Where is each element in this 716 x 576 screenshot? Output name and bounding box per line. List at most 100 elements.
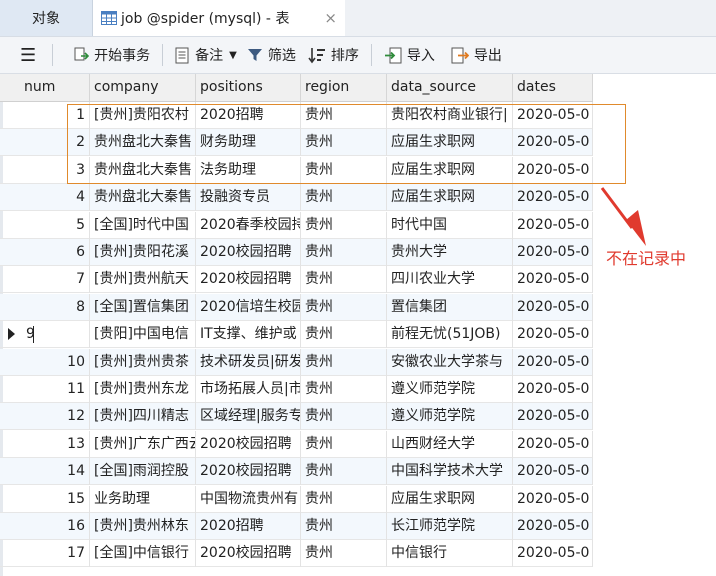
cell-num[interactable]: 4	[20, 184, 90, 212]
cell-positions[interactable]: 投融资专员	[196, 184, 301, 212]
table-row[interactable]: 15 业务助理 中国物流贵州有 贵州 应届生求职网 2020-05-0	[0, 485, 593, 513]
cell-region[interactable]: 贵州	[301, 102, 387, 129]
cell-region[interactable]: 贵州	[301, 321, 387, 349]
cell-region[interactable]: 贵州	[301, 293, 387, 321]
cell-dates[interactable]: 2020-05-0	[513, 430, 593, 458]
cell-region[interactable]: 贵州	[301, 348, 387, 376]
cell-company[interactable]: [贵州]贵州东龙	[90, 376, 196, 403]
cell-data-source[interactable]: 遵义师范学院	[387, 403, 513, 431]
cell-region[interactable]: 贵州	[301, 485, 387, 513]
cell-data-source[interactable]: 前程无忧(51JOB)	[387, 321, 513, 349]
tab-objects[interactable]: 对象	[0, 0, 93, 36]
cell-positions[interactable]: 2020校园招聘	[196, 266, 301, 294]
cell-data-source[interactable]: 时代中国	[387, 211, 513, 239]
cell-company[interactable]: [贵州]四川精志	[90, 403, 196, 431]
menu-button[interactable]: ☰	[0, 37, 48, 73]
filter-button[interactable]: 筛选	[245, 37, 304, 73]
chevron-down-icon[interactable]: ▼	[229, 50, 237, 61]
cell-dates[interactable]: 2020-05-0	[513, 211, 593, 239]
cell-region[interactable]: 贵州	[301, 458, 387, 486]
cell-dates[interactable]: 2020-05-0	[513, 513, 593, 540]
cell-positions[interactable]: 技术研发员|研发	[196, 348, 301, 376]
cell-company[interactable]: [全国]中信银行	[90, 540, 196, 568]
cell-num[interactable]: 14	[20, 458, 90, 486]
table-row[interactable]: 3 贵州盘北大秦售 法务助理 贵州 应届生求职网 2020-05-0	[0, 156, 593, 184]
cell-dates[interactable]: 2020-05-0	[513, 129, 593, 157]
cell-num[interactable]: 6	[20, 239, 90, 266]
table-row[interactable]: 13 [贵州]广东广西云 2020校园招聘 贵州 山西财经大学 2020-05-0	[0, 430, 593, 458]
cell-num[interactable]: 17	[20, 540, 90, 568]
sort-button[interactable]: 排序	[304, 37, 367, 73]
cell-company[interactable]: [贵州]贵州林东	[90, 513, 196, 540]
cell-region[interactable]: 贵州	[301, 266, 387, 294]
cell-region[interactable]: 贵州	[301, 156, 387, 184]
table-row[interactable]: 1 [贵州]贵阳农村 2020招聘 贵州 贵阳农村商业银行| 2020-05-0	[0, 102, 593, 129]
cell-company[interactable]: [全国]雨润控股	[90, 458, 196, 486]
cell-region[interactable]: 贵州	[301, 513, 387, 540]
cell-dates[interactable]: 2020-05-0	[513, 376, 593, 403]
cell-num[interactable]: 1	[20, 102, 90, 129]
cell-region[interactable]: 贵州	[301, 403, 387, 431]
cell-company[interactable]: 贵州盘北大秦售	[90, 156, 196, 184]
cell-positions[interactable]: 财务助理	[196, 129, 301, 157]
table-row[interactable]: 16 [贵州]贵州林东 2020招聘 贵州 长江师范学院 2020-05-0	[0, 513, 593, 540]
cell-positions[interactable]: 2020校园招聘	[196, 458, 301, 486]
cell-region[interactable]: 贵州	[301, 211, 387, 239]
table-row[interactable]: 4 贵州盘北大秦售 投融资专员 贵州 应届生求职网 2020-05-0	[0, 184, 593, 212]
cell-company[interactable]: 业务助理	[90, 485, 196, 513]
cell-positions[interactable]: 2020招聘	[196, 513, 301, 540]
cell-positions[interactable]: 区域经理|服务专	[196, 403, 301, 431]
cell-dates[interactable]: 2020-05-0	[513, 540, 593, 568]
cell-data-source[interactable]: 四川农业大学	[387, 266, 513, 294]
import-button[interactable]: 导入	[376, 37, 443, 73]
cell-dates[interactable]: 2020-05-0	[513, 485, 593, 513]
cell-num[interactable]: 5	[20, 211, 90, 239]
cell-data-source[interactable]: 贵阳农村商业银行|	[387, 102, 513, 129]
table-row[interactable]: 9 [贵阳]中国电信 IT支撑、维护或 贵州 前程无忧(51JOB) 2020-05-0	[0, 321, 593, 349]
cell-region[interactable]: 贵州	[301, 376, 387, 403]
column-header-positions[interactable]: positions	[196, 74, 301, 101]
table-row[interactable]: 2 贵州盘北大秦售 财务助理 贵州 应届生求职网 2020-05-0	[0, 129, 593, 157]
table-row[interactable]: 12 [贵州]四川精志 区域经理|服务专 贵州 遵义师范学院 2020-05-0	[0, 403, 593, 431]
cell-data-source[interactable]: 中信银行	[387, 540, 513, 568]
cell-positions[interactable]: 2020校园招聘	[196, 239, 301, 266]
table-row[interactable]: 8 [全国]置信集团 2020信培生校园 贵州 置信集团 2020-05-0	[0, 293, 593, 321]
cell-num[interactable]: 13	[20, 430, 90, 458]
column-header-region[interactable]: region	[301, 74, 387, 101]
cell-positions[interactable]: 2020校园招聘	[196, 540, 301, 568]
table-row[interactable]: 6 [贵州]贵阳花溪 2020校园招聘 贵州 贵州大学 2020-05-0	[0, 239, 593, 266]
cell-company[interactable]: [贵阳]中国电信	[90, 321, 196, 349]
begin-transaction-button[interactable]: 开始事务	[57, 37, 158, 73]
cell-data-source[interactable]: 置信集团	[387, 293, 513, 321]
cell-num[interactable]: 10	[20, 348, 90, 376]
cell-region[interactable]: 贵州	[301, 129, 387, 157]
cell-dates[interactable]: 2020-05-0	[513, 321, 593, 349]
cell-company[interactable]: 贵州盘北大秦售	[90, 184, 196, 212]
cell-num[interactable]: 7	[20, 266, 90, 294]
table-row[interactable]: 17 [全国]中信银行 2020校园招聘 贵州 中信银行 2020-05-0	[0, 540, 593, 568]
close-icon[interactable]: ×	[324, 9, 337, 27]
table-row[interactable]: 14 [全国]雨润控股 2020校园招聘 贵州 中国科学技术大学 2020-05-0	[0, 458, 593, 486]
cell-data-source[interactable]: 应届生求职网	[387, 485, 513, 513]
cell-company[interactable]: [贵州]广东广西云	[90, 430, 196, 458]
cell-company[interactable]: 贵州盘北大秦售	[90, 129, 196, 157]
cell-company[interactable]: [贵州]贵阳农村	[90, 102, 196, 129]
cell-positions[interactable]: 法务助理	[196, 156, 301, 184]
cell-company[interactable]: [全国]时代中国	[90, 211, 196, 239]
cell-data-source[interactable]: 应届生求职网	[387, 129, 513, 157]
table-row[interactable]: 5 [全国]时代中国 2020春季校园持 贵州 时代中国 2020-05-0	[0, 211, 593, 239]
cell-num[interactable]: 11	[20, 376, 90, 403]
cell-region[interactable]: 贵州	[301, 239, 387, 266]
cell-dates[interactable]: 2020-05-0	[513, 184, 593, 212]
column-header-company[interactable]: company	[90, 74, 196, 101]
column-header-num[interactable]: num	[20, 74, 90, 101]
cell-num[interactable]: 15	[20, 485, 90, 513]
cell-num[interactable]: 2	[20, 129, 90, 157]
cell-company[interactable]: [贵州]贵阳花溪	[90, 239, 196, 266]
table-row[interactable]: 11 [贵州]贵州东龙 市场拓展人员|市 贵州 遵义师范学院 2020-05-0	[0, 376, 593, 403]
export-button[interactable]: 导出	[443, 37, 510, 73]
cell-dates[interactable]: 2020-05-0	[513, 348, 593, 376]
cell-company[interactable]: [贵州]贵州航天	[90, 266, 196, 294]
cell-region[interactable]: 贵州	[301, 430, 387, 458]
cell-positions[interactable]: 市场拓展人员|市	[196, 376, 301, 403]
